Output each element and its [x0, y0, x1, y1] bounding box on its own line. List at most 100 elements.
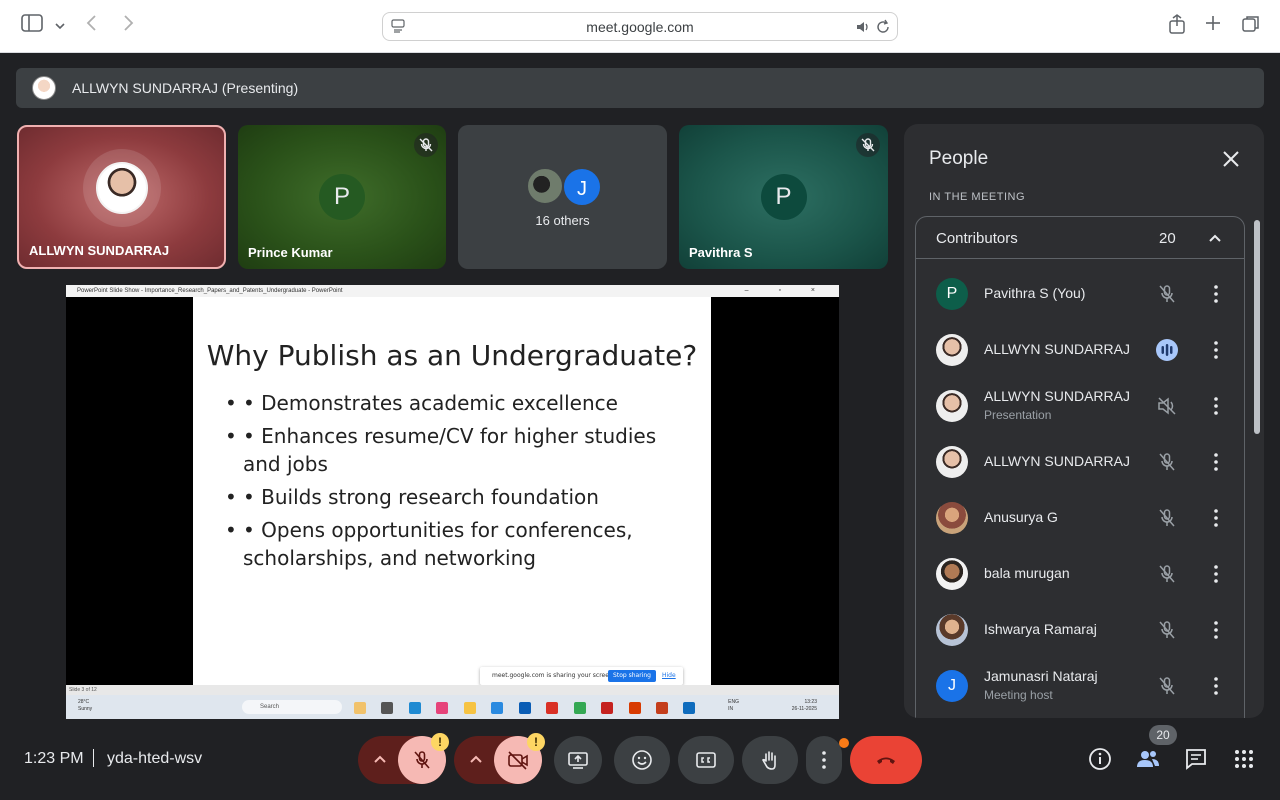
participant-name: Anusurya G	[984, 509, 1058, 525]
leave-call-button[interactable]	[850, 736, 922, 784]
chevron-up-icon[interactable]	[372, 752, 388, 768]
app-icon	[601, 702, 614, 714]
taskbar-search: Search	[242, 700, 342, 714]
list-item[interactable]: J Jamunasri Nataraj Meeting host	[916, 658, 1244, 714]
mic-off-icon[interactable]	[1155, 282, 1179, 306]
reactions-button[interactable]	[614, 736, 670, 784]
info-icon[interactable]	[1087, 746, 1113, 772]
tab-overview-icon[interactable]	[1239, 14, 1263, 38]
mic-off-icon[interactable]	[1155, 618, 1179, 642]
meeting-code: yda-hted-wsv	[107, 750, 203, 767]
list-item[interactable]: ALLWYN SUNDARRAJ Presentation	[916, 378, 1244, 434]
list-item[interactable]: bala murugan	[916, 546, 1244, 602]
app-icon	[381, 702, 394, 714]
participant-tile-prince[interactable]: P Prince Kumar	[238, 125, 446, 269]
participant-tile-pavithra[interactable]: P Pavithra S	[679, 125, 888, 269]
more-options-button[interactable]	[806, 736, 842, 784]
list-item[interactable]: ALLWYN SUNDARRAJ	[916, 322, 1244, 378]
window-controls: – ▫ ×	[744, 287, 829, 294]
list-item[interactable]: P Pavithra S (You)	[916, 266, 1244, 322]
chat-icon[interactable]	[1183, 746, 1209, 772]
hide-link[interactable]: Hide	[662, 672, 676, 679]
bullet-item: • Builds strong research foundation	[225, 483, 685, 511]
participant-count-badge: 20	[1149, 725, 1177, 745]
app-icon	[436, 702, 449, 714]
bullet-item: • Enhances resume/CV for higher studies …	[225, 422, 685, 478]
close-icon[interactable]	[1218, 146, 1244, 172]
people-icon[interactable]	[1135, 746, 1161, 772]
list-item[interactable]: Ishwarya Ramaraj	[916, 602, 1244, 658]
more-options-icon[interactable]	[1204, 562, 1228, 586]
participant-role: Meeting host	[984, 688, 1053, 702]
mic-off-icon	[414, 133, 438, 157]
weather-widget: 28°C Sunny	[78, 699, 92, 713]
list-item[interactable]: Anusurya G	[916, 490, 1244, 546]
app-icon	[463, 702, 476, 714]
presenting-banner: ALLWYN SUNDARRAJ (Presenting)	[16, 68, 1264, 108]
clock-date: 26-11-2025	[791, 706, 817, 712]
speaker-icon[interactable]	[855, 19, 871, 35]
taskbar-clock: 13:23 26-11-2025	[792, 699, 817, 713]
more-options-icon[interactable]	[1204, 394, 1228, 418]
avatar	[936, 390, 968, 422]
contributors-header[interactable]: Contributors 20	[916, 217, 1244, 259]
more-options-icon[interactable]	[1204, 450, 1228, 474]
browser-toolbar: meet.google.com	[0, 0, 1280, 53]
more-options-icon[interactable]	[1204, 506, 1228, 530]
app-icon	[546, 702, 559, 714]
clock-time: 13:23	[804, 699, 817, 705]
app-icon	[573, 702, 586, 714]
others-tile[interactable]: J 16 others	[458, 125, 667, 269]
more-options-icon[interactable]	[1204, 282, 1228, 306]
captions-icon	[696, 752, 716, 768]
participant-name: ALLWYN SUNDARRAJ	[29, 243, 170, 258]
app-icon	[655, 702, 668, 714]
app-icon	[354, 702, 366, 714]
app-icon	[628, 702, 641, 714]
people-panel: People IN THE MEETING Contributors 20 P …	[904, 124, 1264, 718]
chevron-up-icon[interactable]	[1206, 229, 1224, 247]
emoji-icon	[632, 750, 652, 770]
participant-list: P Pavithra S (You) ALLWYN SUNDARRAJ ALLW…	[916, 266, 1244, 714]
reload-icon[interactable]	[875, 19, 891, 35]
camera-off-icon	[508, 751, 528, 770]
mic-off-icon[interactable]	[1155, 562, 1179, 586]
avatar	[526, 167, 564, 205]
mic-off-icon	[856, 133, 880, 157]
mic-off-icon[interactable]	[1155, 506, 1179, 530]
scrollbar[interactable]	[1254, 220, 1260, 434]
weather-temp: 28°C	[78, 699, 90, 705]
list-item[interactable]: ALLWYN SUNDARRAJ	[916, 434, 1244, 490]
address-bar[interactable]: meet.google.com	[382, 12, 898, 41]
share-icon[interactable]	[1165, 14, 1189, 38]
more-options-icon[interactable]	[1204, 618, 1228, 642]
present-screen-button[interactable]	[554, 736, 602, 784]
chevron-up-icon[interactable]	[468, 752, 484, 768]
panel-title: People	[929, 148, 989, 169]
slide-title: Why Publish as an Undergraduate?	[206, 339, 698, 372]
new-tab-icon[interactable]	[1201, 14, 1225, 38]
participant-tile-allwyn[interactable]: ALLWYN SUNDARRAJ	[17, 125, 226, 269]
slide-counter: Slide 3 of 12	[66, 685, 839, 695]
app-icon	[491, 702, 504, 714]
back-icon[interactable]	[80, 14, 104, 38]
chevron-down-icon[interactable]	[48, 14, 72, 38]
participant-name: ALLWYN SUNDARRAJ	[984, 388, 1130, 404]
sidebar-toggle-icon[interactable]	[20, 14, 44, 38]
mic-off-icon[interactable]	[1155, 450, 1179, 474]
captions-button[interactable]	[678, 736, 734, 784]
activities-grid-icon[interactable]	[1231, 746, 1257, 772]
stop-sharing-button[interactable]: Stop sharing	[608, 670, 656, 682]
forward-icon[interactable]	[116, 14, 140, 38]
participant-name: Prince Kumar	[248, 245, 333, 260]
more-options-icon[interactable]	[1204, 338, 1228, 362]
avatar: P	[319, 174, 365, 220]
raise-hand-button[interactable]	[742, 736, 798, 784]
warning-icon: !	[527, 733, 545, 751]
group-label: Contributors	[936, 230, 1018, 247]
mic-off-icon[interactable]	[1155, 674, 1179, 698]
avatar	[936, 334, 968, 366]
more-options-icon[interactable]	[1204, 674, 1228, 698]
windows-taskbar: 28°C Sunny Search ENG IN 13:23 26-11-202…	[66, 695, 839, 719]
avatar	[936, 446, 968, 478]
